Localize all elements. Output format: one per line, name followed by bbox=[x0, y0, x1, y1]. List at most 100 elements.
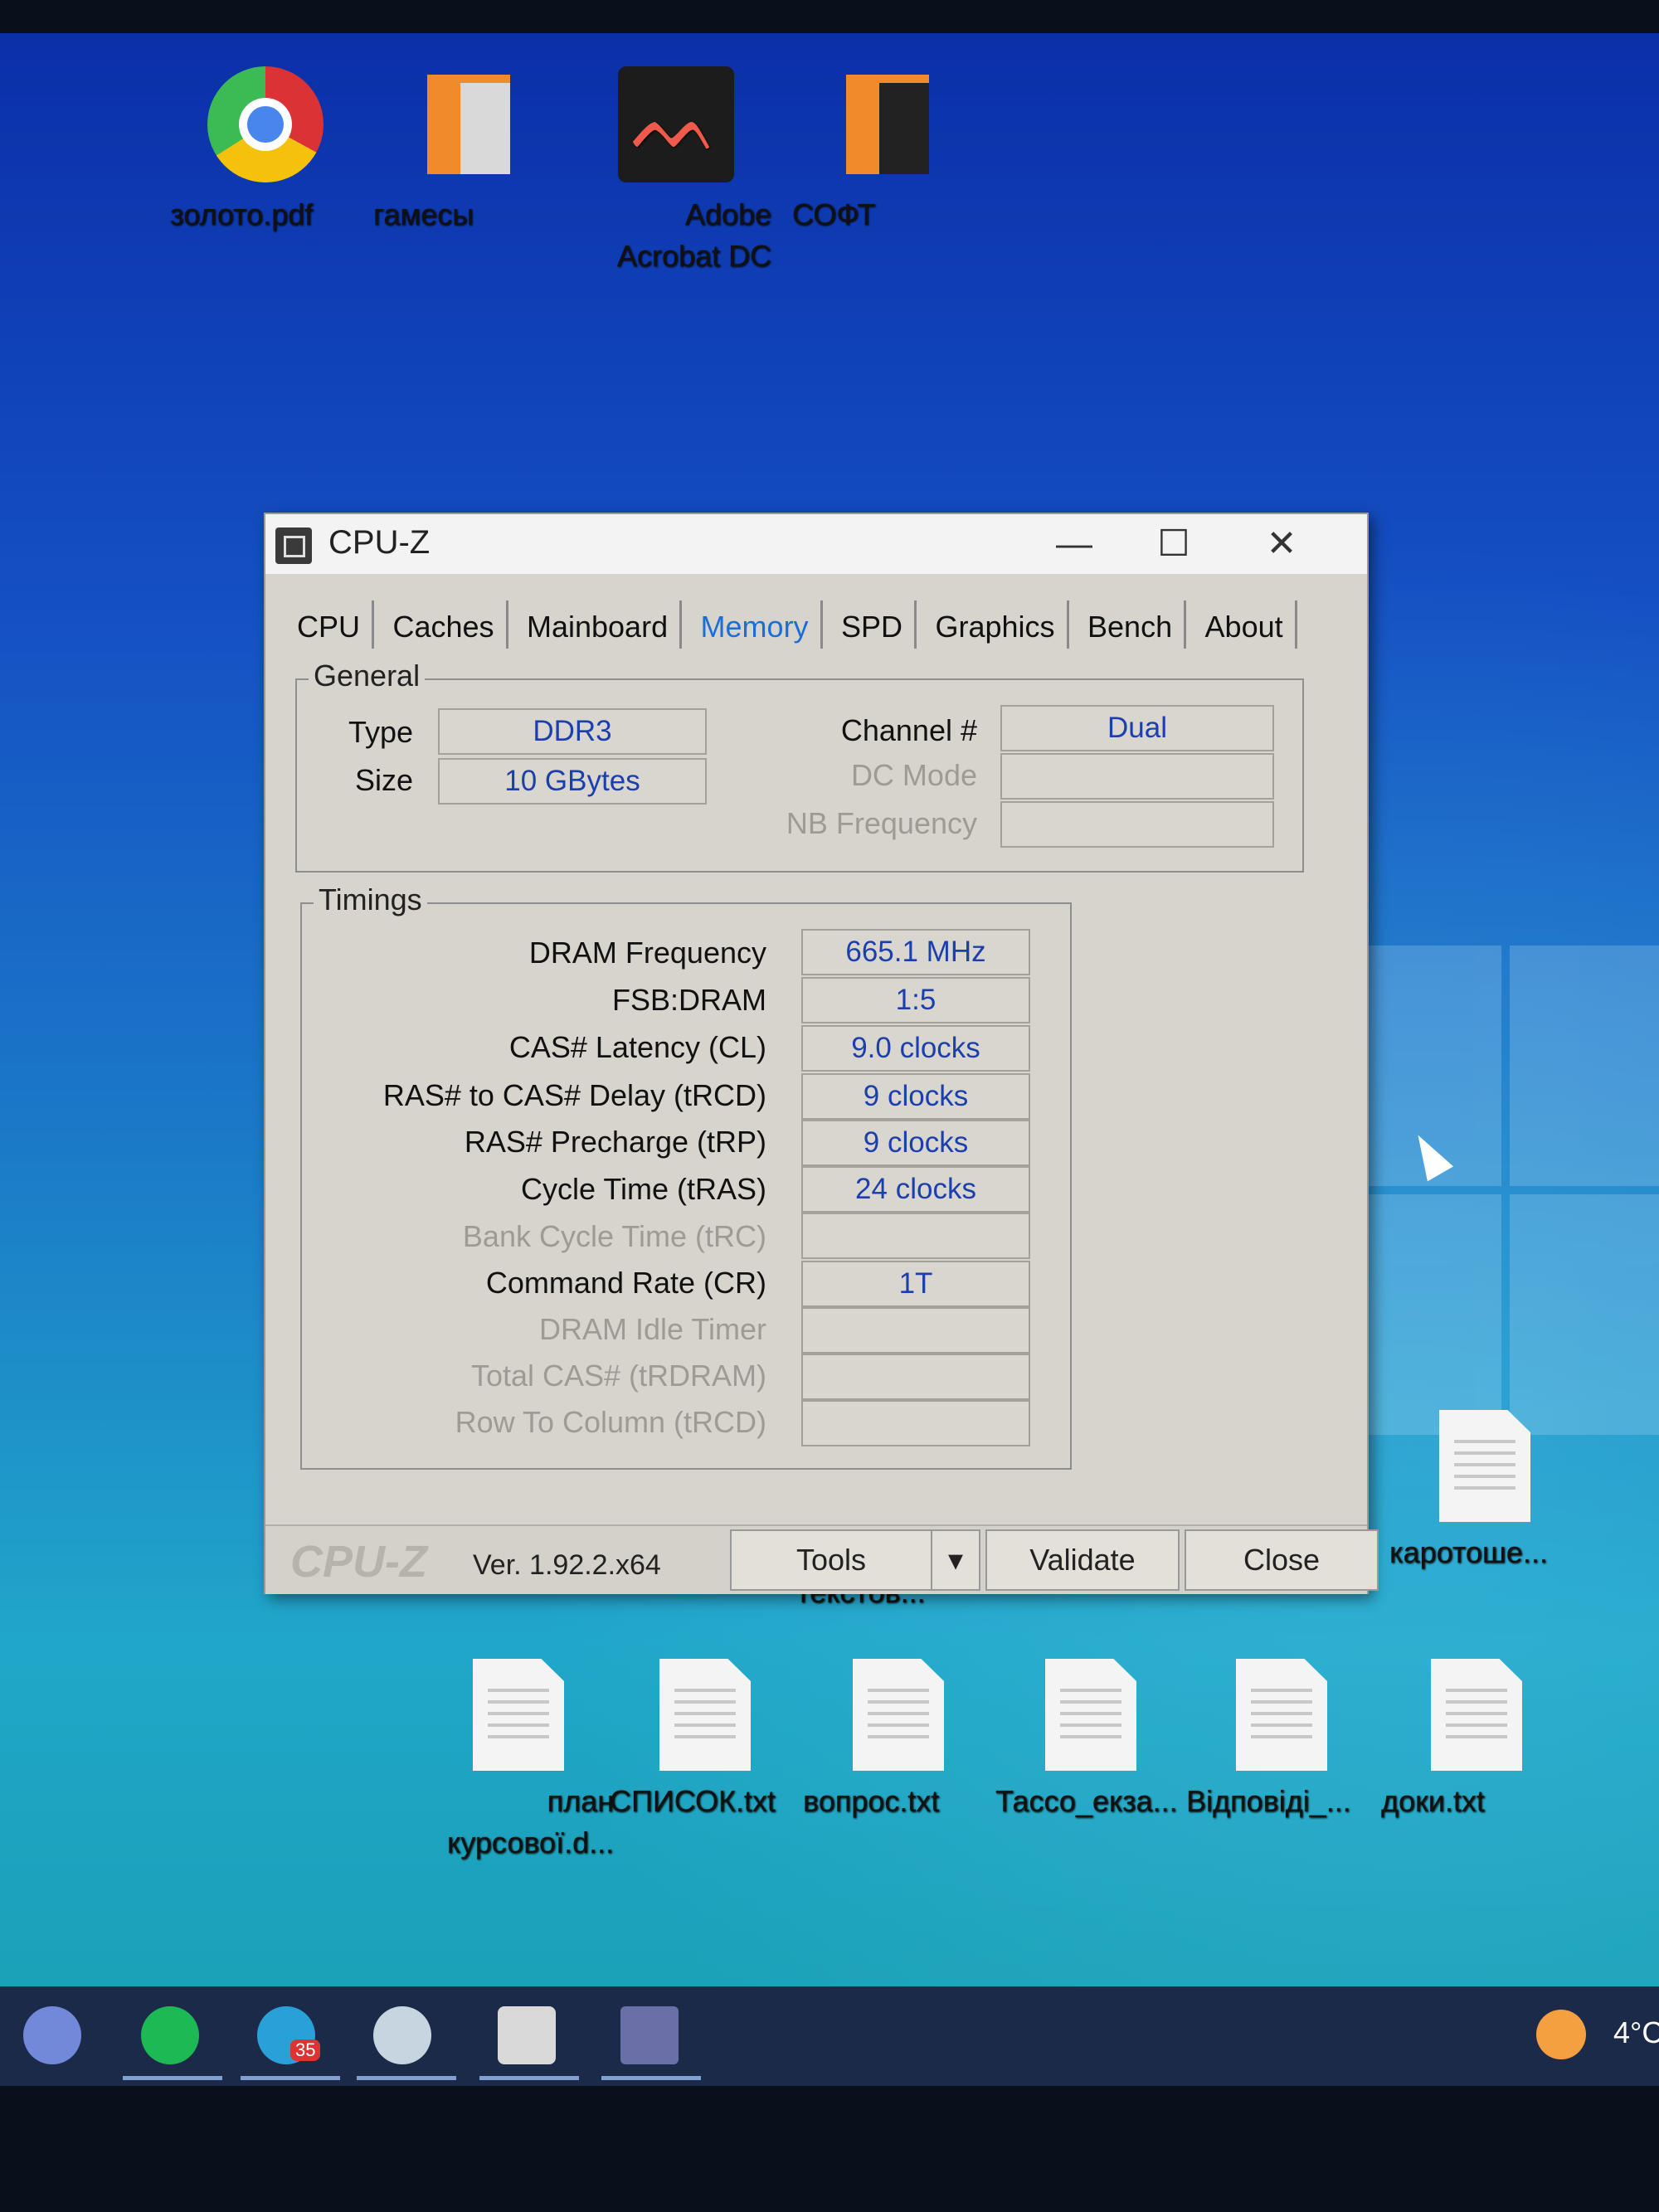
row-to-column-label: Row To Column (tRCD) bbox=[455, 1405, 766, 1439]
cpuz-app-icon bbox=[275, 527, 312, 564]
ras-precharge-value: 9 clocks bbox=[801, 1120, 1030, 1166]
word-doc-icon bbox=[1236, 1659, 1327, 1771]
tab-memory[interactable]: Memory bbox=[689, 600, 823, 649]
timings-group-title: Timings bbox=[314, 882, 427, 917]
tools-dropdown-button[interactable]: ▾ bbox=[931, 1529, 980, 1591]
running-indicator bbox=[357, 2076, 456, 2080]
desktop-icon-label: Відповіді_... bbox=[1186, 1784, 1351, 1818]
tab-bench[interactable]: Bench bbox=[1076, 600, 1187, 649]
fsb-dram-value: 1:5 bbox=[801, 977, 1030, 1023]
channel-label: Channel # bbox=[840, 713, 977, 747]
channel-value: Dual bbox=[1000, 705, 1274, 751]
cas-latency-value: 9.0 clocks bbox=[801, 1025, 1030, 1072]
timings-group: Timings DRAM Frequency 665.1 MHz FSB:DRA… bbox=[300, 882, 1072, 1470]
desktop-icon-label: Тассо_екза... bbox=[995, 1784, 1178, 1818]
text-file-icon bbox=[853, 1659, 944, 1771]
type-label: Type bbox=[348, 715, 413, 749]
folder-icon bbox=[411, 66, 527, 182]
minimize-button[interactable]: — bbox=[1037, 519, 1112, 569]
tab-cpu[interactable]: CPU bbox=[285, 600, 375, 649]
desktop-icon-karotoshe[interactable]: каротоше... bbox=[1389, 1410, 1580, 1569]
total-cas-label: Total CAS# (tRDRAM) bbox=[470, 1359, 766, 1393]
weather-icon[interactable] bbox=[1536, 2010, 1586, 2059]
close-button[interactable]: Close bbox=[1185, 1529, 1379, 1591]
cycle-time-value: 24 clocks bbox=[801, 1166, 1030, 1213]
size-value: 10 GBytes bbox=[438, 758, 707, 805]
validate-button[interactable]: Validate bbox=[985, 1529, 1180, 1591]
ras-precharge-label: RAS# Precharge (tRP) bbox=[464, 1125, 766, 1159]
windows-logo-wallpaper bbox=[1360, 946, 1659, 1443]
desktop-icon-plan-kursovoi[interactable]: план курсової.d... bbox=[423, 1659, 614, 1860]
folder-icon bbox=[830, 66, 946, 182]
desktop-icon-label: Adobe Acrobat DC bbox=[616, 197, 771, 273]
running-indicator bbox=[123, 2076, 222, 2080]
running-indicator bbox=[241, 2076, 340, 2080]
ras-to-cas-value: 9 clocks bbox=[801, 1073, 1030, 1120]
desktop-icon-adobe-acrobat[interactable]: ᨓ Adobe Acrobat DC bbox=[581, 66, 771, 273]
desktop-icon-soft[interactable]: СОФТ bbox=[792, 66, 983, 231]
acrobat-icon: ᨓ bbox=[618, 66, 734, 182]
tools-button[interactable]: Tools bbox=[730, 1529, 932, 1591]
type-value: DDR3 bbox=[438, 708, 707, 755]
desktop-icon-label: СПИСОК.txt bbox=[610, 1784, 776, 1818]
desktop-icon-label: вопрос.txt bbox=[803, 1784, 940, 1818]
folder-icon[interactable] bbox=[498, 2006, 556, 2064]
tab-caches[interactable]: Caches bbox=[381, 600, 508, 649]
size-label: Size bbox=[354, 763, 413, 797]
window-title: CPU-Z bbox=[328, 524, 431, 561]
bank-cycle-time-label: Bank Cycle Time (tRC) bbox=[462, 1219, 766, 1253]
tab-graphics[interactable]: Graphics bbox=[924, 600, 1069, 649]
chrome-pdf-icon bbox=[207, 66, 324, 182]
dram-frequency-label: DRAM Frequency bbox=[528, 936, 766, 970]
text-file-icon bbox=[1439, 1410, 1530, 1522]
desktop-icon-label: доки.txt bbox=[1381, 1784, 1485, 1818]
text-file-icon bbox=[659, 1659, 751, 1771]
steam-icon[interactable] bbox=[373, 2006, 431, 2064]
chevron-down-icon: ▾ bbox=[947, 1543, 964, 1577]
taskbar: 35 4°C bbox=[0, 1986, 1659, 2086]
desktop-icon-vidpovidi[interactable]: Відповіді_... bbox=[1186, 1659, 1377, 1818]
ras-to-cas-label: RAS# to CAS# Delay (tRCD) bbox=[382, 1078, 766, 1112]
cpuz-brand-logo: CPU-Z bbox=[290, 1537, 427, 1587]
maximize-button[interactable]: ☐ bbox=[1136, 519, 1211, 569]
discord-icon[interactable] bbox=[23, 2006, 81, 2064]
cas-latency-label: CAS# Latency (CL) bbox=[508, 1030, 766, 1064]
tab-about[interactable]: About bbox=[1194, 600, 1297, 649]
dc-mode-value bbox=[1000, 753, 1274, 800]
desktop-icon-gamesy[interactable]: гамесы bbox=[373, 66, 564, 231]
cpuz-icon[interactable] bbox=[620, 2006, 679, 2064]
title-bar[interactable]: CPU-Z — ☐ ✕ bbox=[265, 514, 1367, 574]
desktop-icon-spisok[interactable]: СПИСОК.txt bbox=[610, 1659, 800, 1818]
telegram-unread-badge: 35 bbox=[290, 2039, 321, 2061]
general-group: General Type DDR3 Size 10 GBytes Channel… bbox=[295, 659, 1304, 873]
tab-mainboard[interactable]: Mainboard bbox=[515, 600, 683, 649]
word-doc-icon bbox=[473, 1659, 564, 1771]
desktop: золото.pdf гамесы ᨓ Adobe Acrobat DC СОФ… bbox=[0, 33, 1659, 2086]
dram-idle-timer-label: DRAM Idle Timer bbox=[538, 1312, 766, 1346]
telegram-icon[interactable]: 35 bbox=[257, 2006, 321, 2064]
tools-button-label: Tools bbox=[795, 1543, 867, 1577]
running-indicator bbox=[479, 2076, 579, 2080]
dram-idle-timer-value bbox=[801, 1307, 1030, 1354]
desktop-icon-doky[interactable]: доки.txt bbox=[1381, 1659, 1572, 1818]
tab-spd[interactable]: SPD bbox=[830, 600, 917, 649]
close-window-button[interactable]: ✕ bbox=[1244, 519, 1319, 569]
desktop-icon-vopros[interactable]: вопрос.txt bbox=[803, 1659, 994, 1818]
spotify-icon[interactable] bbox=[141, 2006, 199, 2064]
footer-bar: CPU-Z Ver. 1.92.2.x64 Tools ▾ Validate C… bbox=[265, 1524, 1379, 1594]
desktop-icon-label: гамесы bbox=[373, 197, 474, 231]
tab-bar: CPU Caches Mainboard Memory SPD Graphics… bbox=[285, 600, 1301, 649]
word-doc-icon bbox=[1045, 1659, 1136, 1771]
text-file-icon bbox=[1431, 1659, 1522, 1771]
cycle-time-label: Cycle Time (tRAS) bbox=[520, 1172, 766, 1206]
fsb-dram-label: FSB:DRAM bbox=[611, 983, 766, 1017]
total-cas-value bbox=[801, 1354, 1030, 1400]
desktop-icon-label: золото.pdf bbox=[170, 197, 314, 231]
dram-frequency-value: 665.1 MHz bbox=[801, 929, 1030, 975]
desktop-icon-zoloto-pdf[interactable]: золото.pdf bbox=[170, 66, 361, 231]
command-rate-label: Command Rate (CR) bbox=[485, 1266, 766, 1300]
running-indicator bbox=[601, 2076, 701, 2080]
desktop-icon-label: СОФТ bbox=[792, 197, 876, 231]
desktop-icon-tasso[interactable]: Тассо_екза... bbox=[995, 1659, 1186, 1818]
dc-mode-label: DC Mode bbox=[850, 758, 977, 792]
